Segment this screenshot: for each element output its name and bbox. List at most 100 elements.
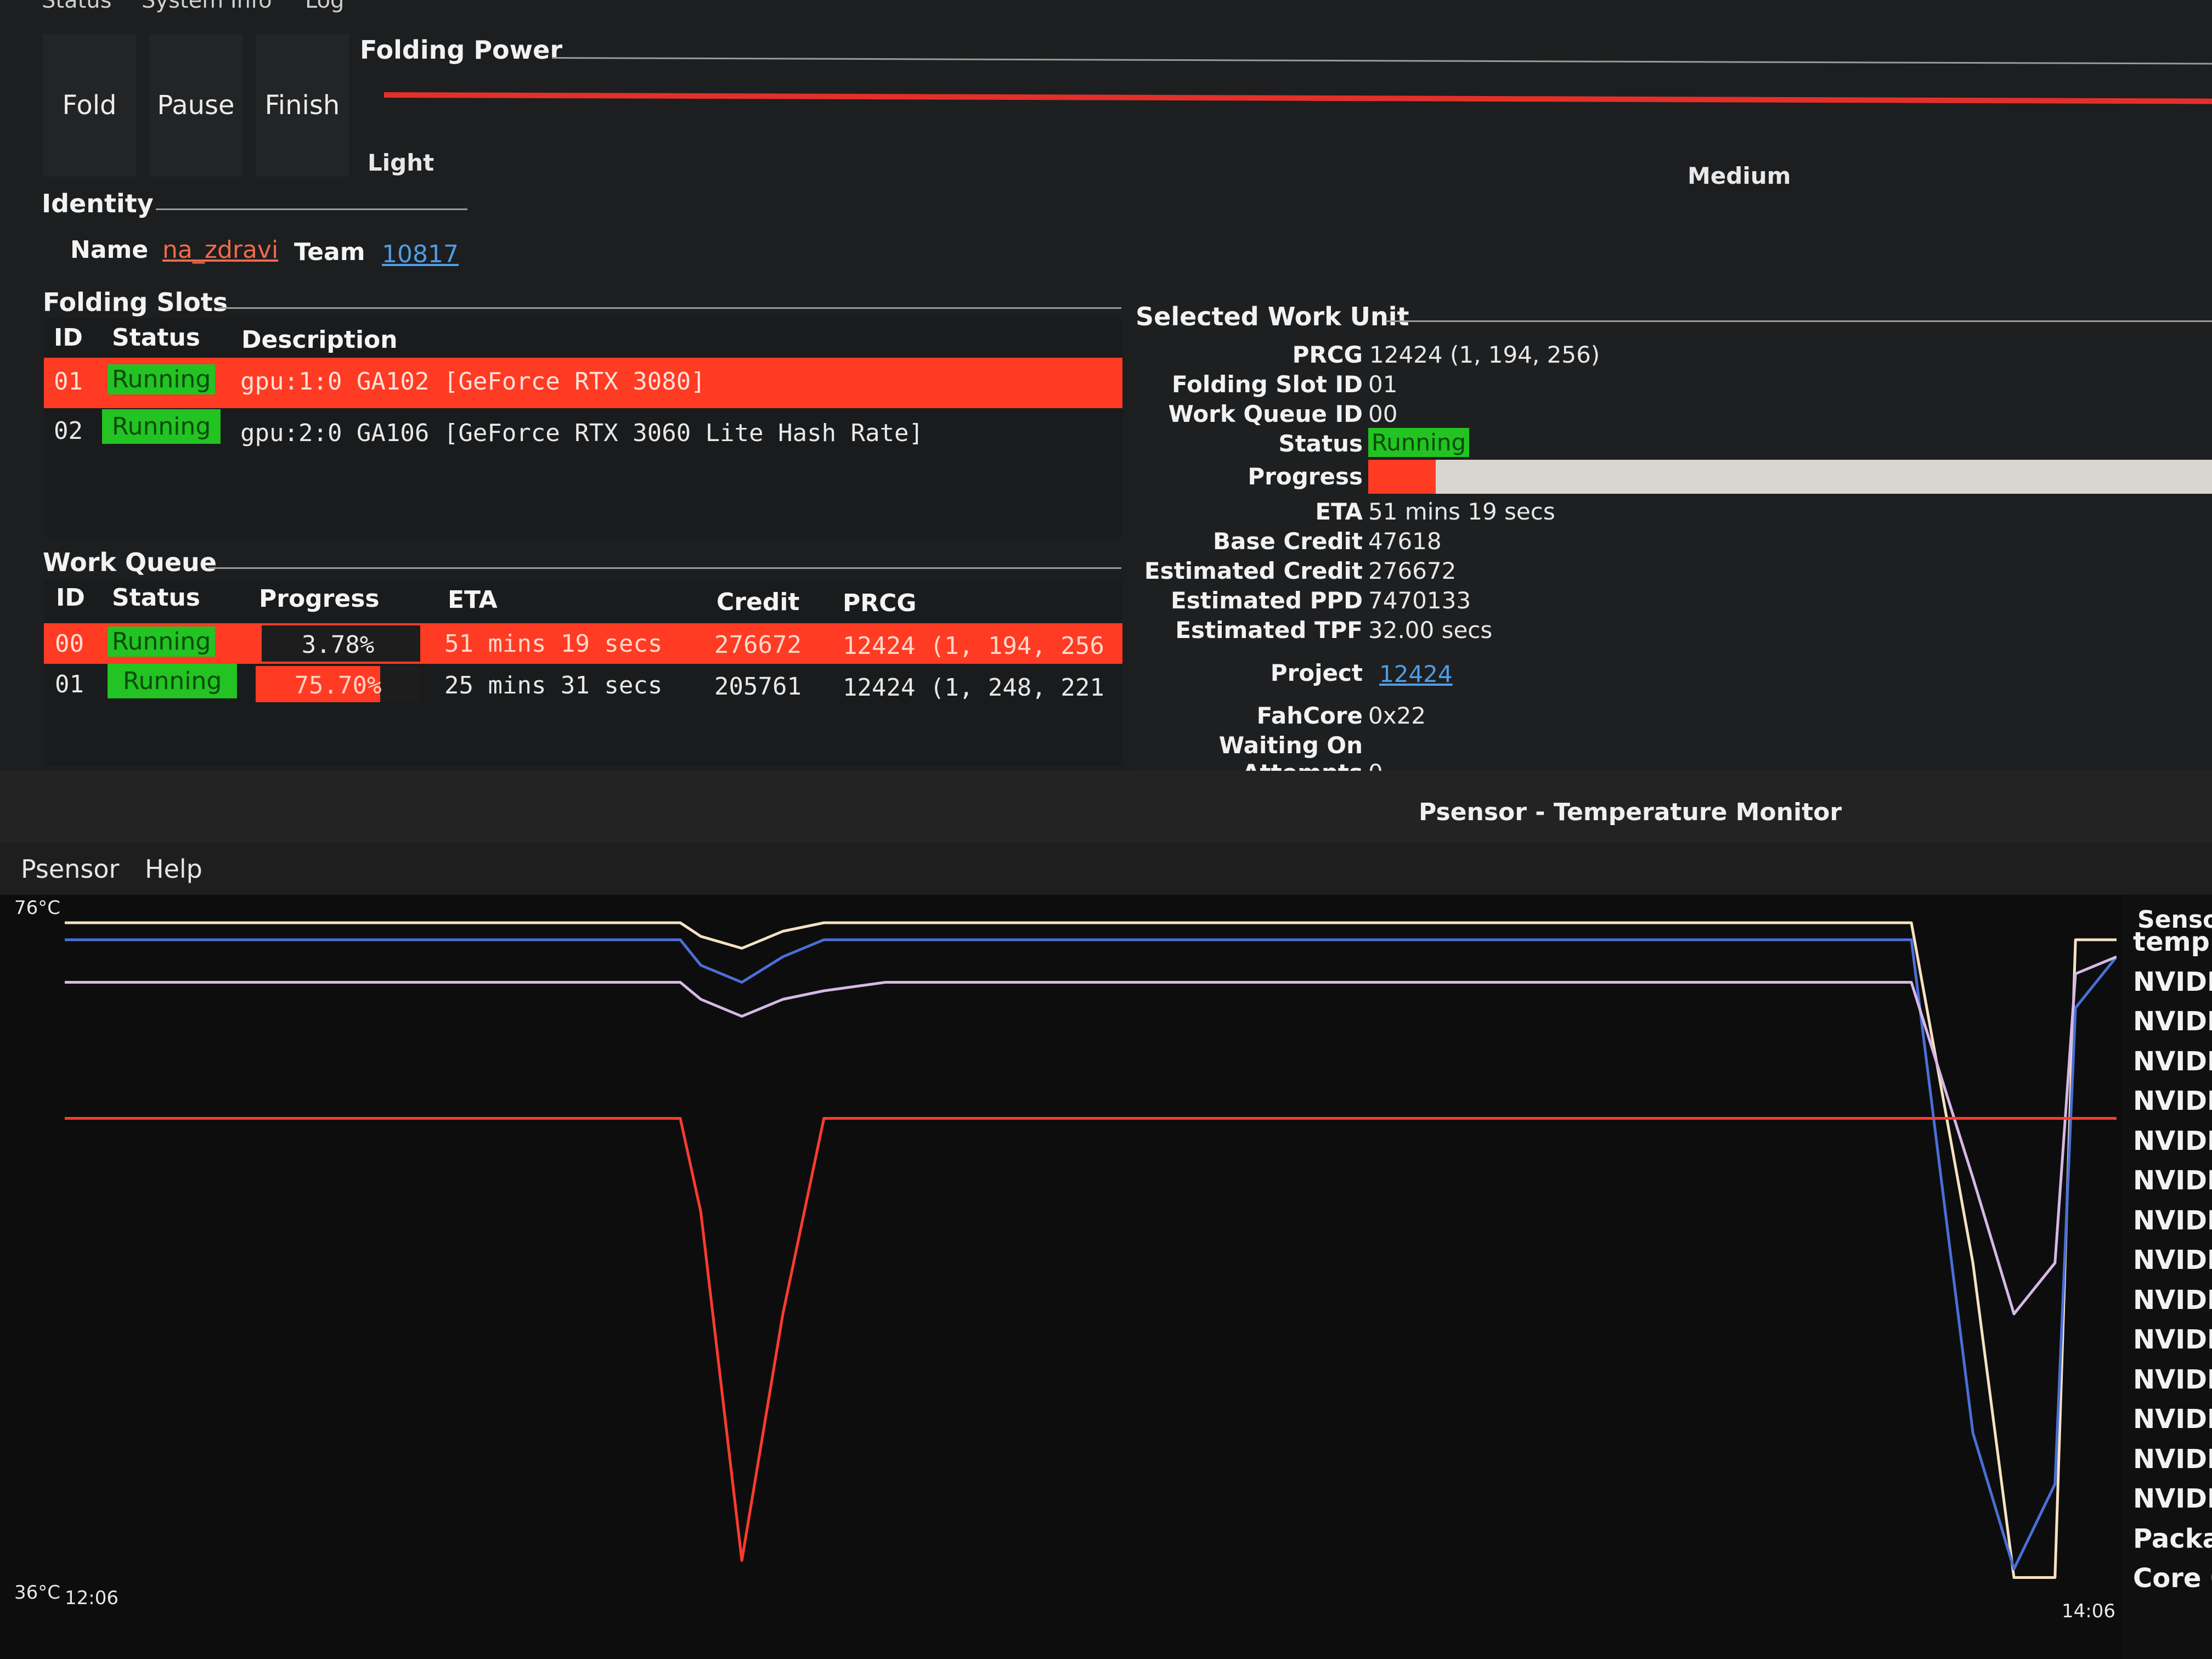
wu-eta-value: 51 mins 19 secs [1368, 498, 1555, 525]
tab-system-info[interactable]: System Info [142, 0, 272, 13]
work-queue-table: ID Status Progress ETA Credit PRCG 00 Ru… [44, 579, 1122, 766]
y-max-label: 76°C [14, 897, 61, 919]
sensor-item[interactable]: Core 0 [2133, 1563, 2212, 1594]
folding-slots-table: ID Status Description 01 Running gpu:1:0… [44, 318, 1122, 538]
wu-slot-label: Folding Slot ID [1172, 371, 1363, 398]
slots-header-id: ID [54, 324, 83, 352]
name-label: Name [70, 236, 149, 264]
status-badge: Running [108, 364, 216, 394]
queue-id: 01 [55, 670, 84, 698]
queue-status-wrap: Running [108, 664, 238, 698]
sensor-item[interactable]: NVIDIA [2133, 1126, 2212, 1156]
name-link[interactable]: na_zdravi [162, 236, 278, 264]
status-badge: Running [108, 664, 238, 698]
wu-project-link[interactable]: 12424 [1379, 661, 1453, 687]
queue-header-credit: Credit [716, 588, 800, 616]
fold-button[interactable]: Fold [43, 34, 136, 177]
folding-power-slider[interactable] [383, 92, 2212, 104]
queue-header-id: ID [56, 584, 85, 612]
sensor-item[interactable]: NVIDIA [2133, 1285, 2212, 1316]
sensor-item[interactable]: NVIDIA [2133, 1444, 2212, 1475]
sensor-item[interactable]: NVIDIA [2133, 1324, 2212, 1355]
wu-tpf-value: 32.00 secs [1368, 617, 1493, 644]
sensor-item[interactable]: NVIDIA [2133, 1245, 2212, 1276]
team-link[interactable]: 10817 [382, 240, 459, 268]
wu-progress-label: Progress [1248, 463, 1363, 490]
queue-eta: 25 mins 31 secs [444, 672, 663, 699]
wu-prcg-label: PRCG [1292, 341, 1363, 368]
temperature-chart: 76°C 36°C 12:06 14:06 [0, 895, 2123, 1659]
menu-psensor[interactable]: Psensor [21, 854, 119, 884]
queue-header-progress: Progress [259, 585, 380, 613]
menu-help[interactable]: Help [145, 854, 202, 884]
slots-header-status: Status [112, 324, 200, 352]
psensor-window: Psensor - Temperature Monitor Psensor He… [0, 771, 2212, 1659]
queue-prcg: 12424 (1, 194, 256 [843, 632, 1104, 660]
sensor-item[interactable]: NVIDIA [2133, 967, 2212, 997]
status-badge: Running [108, 627, 216, 657]
wu-prcg-value: 12424 (1, 194, 256) [1369, 341, 1600, 368]
queue-id: 00 [55, 630, 84, 658]
wu-slot-value: 01 [1368, 371, 1398, 398]
wu-status-label: Status [1278, 430, 1363, 457]
wu-tpf-label: Estimated TPF [1175, 617, 1363, 644]
x-end-label: 14:06 [2062, 1600, 2115, 1622]
wu-progress-bar [1368, 460, 2212, 494]
folding-slots-legend: Folding Slots [43, 287, 228, 317]
identity-frame [156, 208, 467, 210]
table-row[interactable]: 01 Running gpu:1:0 GA102 [GeForce RTX 30… [44, 358, 1122, 408]
sensor-item[interactable]: NVIDIA [2133, 1086, 2212, 1116]
progress-text: 3.78% [301, 631, 375, 659]
queue-header-prcg: PRCG [843, 589, 917, 617]
tab-log[interactable]: Log [305, 0, 344, 13]
queue-header-eta: ETA [448, 586, 498, 614]
x-start-label: 12:06 [65, 1587, 119, 1609]
table-row[interactable]: 02 Running gpu:2:0 GA106 [GeForce RTX 30… [44, 408, 1122, 454]
work-queue-frame [208, 567, 1121, 569]
folding-slots-frame [218, 307, 1121, 309]
sensor-item[interactable]: NVIDIA [2133, 1165, 2212, 1196]
wu-ppd-value: 7470133 [1368, 587, 1471, 614]
y-min-label: 36°C [14, 1582, 61, 1604]
wu-queue-value: 00 [1368, 400, 1398, 427]
name-value[interactable]: na_zdravi [162, 236, 278, 264]
wu-base-credit-label: Base Credit [1212, 528, 1363, 555]
sensor-item[interactable]: NVIDIA [2133, 1046, 2212, 1077]
table-row[interactable]: 01 Running 75.70% 25 mins 31 secs 205761… [44, 664, 1122, 708]
pause-button[interactable]: Pause [149, 34, 242, 177]
sensor-item[interactable]: temp1 [2133, 927, 2212, 957]
tab-status[interactable]: Status [42, 0, 111, 13]
wu-waiting-label: Waiting On [1218, 732, 1363, 759]
wu-fahcore-label: FahCore [1256, 702, 1363, 729]
identity-legend: Identity [42, 189, 154, 218]
sensor-item[interactable]: Packag [2133, 1523, 2212, 1554]
status-badge: Running [102, 409, 221, 444]
table-row[interactable]: 00 Running 3.78% 51 mins 19 secs 276672 … [44, 623, 1122, 664]
psensor-titlebar: Psensor - Temperature Monitor [0, 771, 2212, 842]
sensor-item[interactable]: NVIDIA [2133, 1364, 2212, 1395]
psensor-menubar: Psensor Help [0, 842, 2212, 895]
selected-work-unit-legend: Selected Work Unit [1136, 302, 1409, 331]
wu-base-credit-value: 47618 [1368, 528, 1442, 555]
wu-project-label: Project [1270, 659, 1363, 686]
power-light-label: Light [368, 149, 435, 176]
sensor-item[interactable]: NVIDIA [2133, 1483, 2212, 1514]
series-line-2 [65, 955, 2117, 1316]
wu-project-value[interactable]: 12424 [1379, 661, 1453, 687]
series-line-0 [65, 921, 2117, 1579]
sensor-item[interactable]: NVIDIA [2133, 1404, 2212, 1435]
sensor-item[interactable]: NVIDIA [2133, 1006, 2212, 1037]
temperature-plot [65, 921, 2117, 1579]
series-line-3 [65, 1117, 2117, 1562]
folding-power-legend: Folding Power [360, 35, 563, 65]
finish-button[interactable]: Finish [256, 34, 349, 177]
sensor-item[interactable]: NVIDIA [2133, 1205, 2212, 1236]
wu-ppd-label: Estimated PPD [1171, 587, 1363, 614]
selected-work-unit-frame [1386, 320, 2212, 322]
wu-fahcore-value: 0x22 [1368, 702, 1426, 729]
team-value[interactable]: 10817 [382, 240, 459, 268]
progress-bar: 75.70% [256, 666, 420, 702]
window-title: Psensor - Temperature Monitor [1419, 798, 1842, 826]
queue-header-status: Status [112, 584, 200, 612]
progress-text: 75.70% [294, 672, 382, 699]
